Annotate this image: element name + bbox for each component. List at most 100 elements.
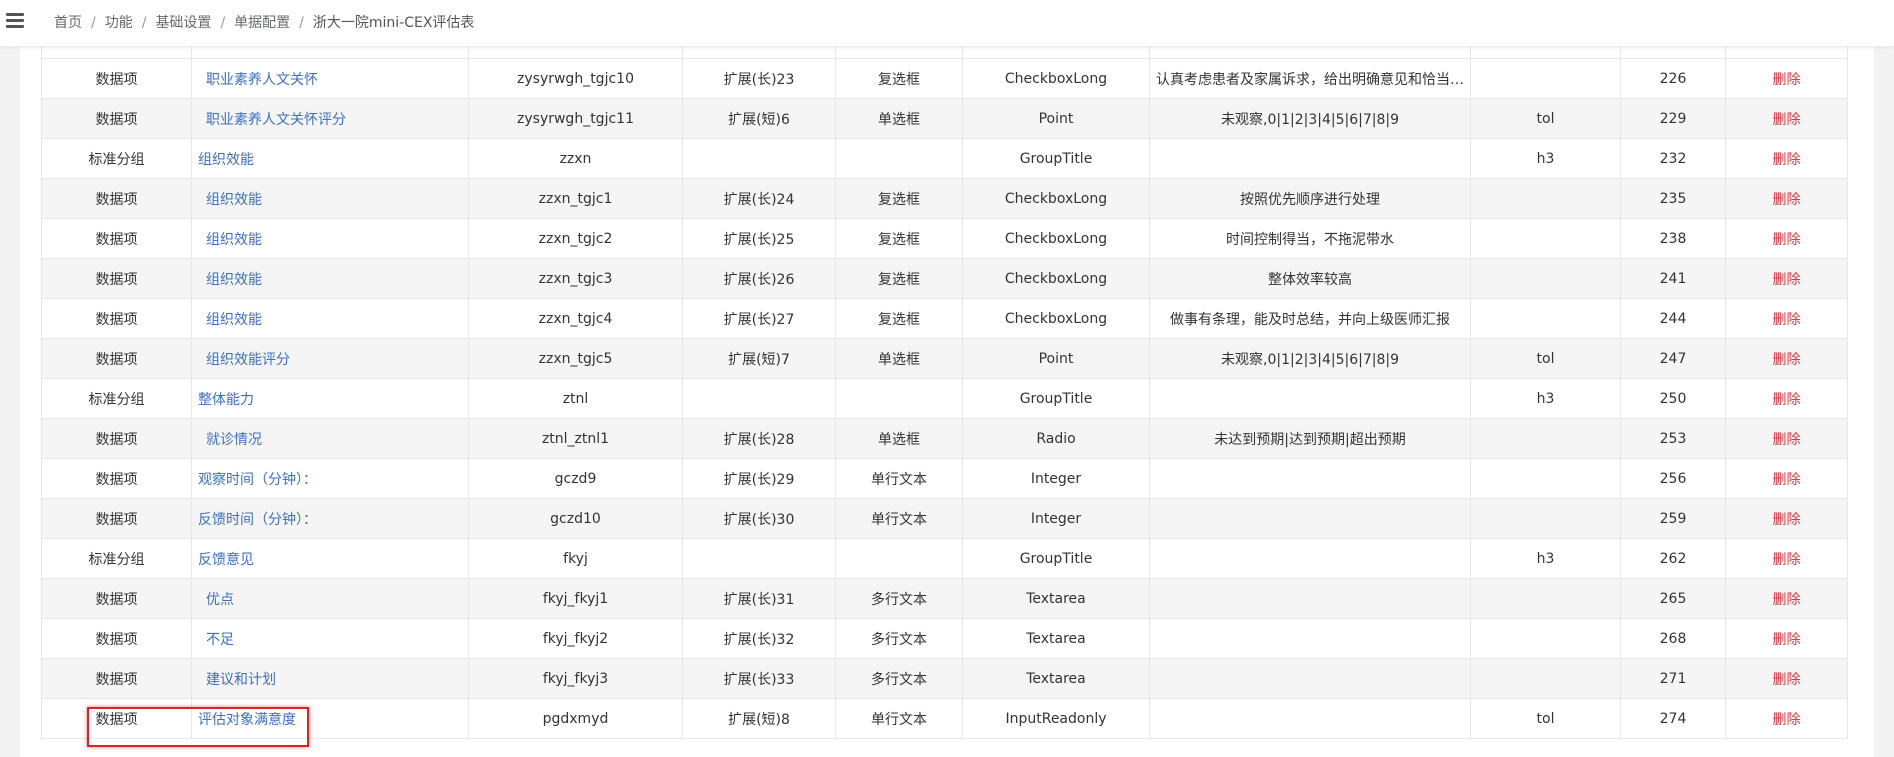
delete-link[interactable]: 删除 [1773, 672, 1801, 688]
extra-attribute-cell: h3 [1470, 138, 1621, 179]
delete-link[interactable]: 删除 [1773, 272, 1801, 288]
delete-link[interactable]: 删除 [1773, 552, 1801, 568]
delete-link[interactable]: 删除 [1773, 352, 1801, 368]
breadcrumb-form-config[interactable]: 单据配置 [234, 15, 290, 31]
field-name-cell: 组织效能 [191, 178, 469, 219]
breadcrumb-current-page: 浙大一院mini-CEX评估表 [312, 15, 475, 31]
control-type-cell: 单行文本 [835, 698, 963, 739]
field-name-cell: 评估对象满意度 [191, 698, 469, 739]
field-name-link[interactable]: 组织效能 [198, 272, 262, 288]
extra-attribute-cell [1470, 498, 1621, 539]
row-type-cell: 数据项 [41, 578, 192, 619]
extra-attribute-cell [1470, 618, 1621, 659]
delete-link[interactable]: 删除 [1773, 712, 1801, 728]
field-name-link[interactable]: 职业素养人文关怀 [198, 72, 318, 88]
field-code-cell: fkyj [468, 538, 683, 579]
options-cell: 未观察,0|1|2|3|4|5|6|7|8|9 [1149, 98, 1471, 139]
options-cell [1149, 538, 1471, 579]
component-type-cell: Textarea [962, 578, 1150, 619]
delete-cell: 删除 [1725, 618, 1848, 659]
delete-link[interactable]: 删除 [1773, 512, 1801, 528]
delete-link[interactable]: 删除 [1773, 472, 1801, 488]
field-name-link[interactable]: 整体能力 [198, 392, 254, 408]
delete-link[interactable]: 删除 [1773, 592, 1801, 608]
hamburger-menu-icon[interactable] [6, 13, 24, 31]
field-name-cell: 就诊情况 [191, 418, 469, 459]
row-type-cell: 数据项 [41, 298, 192, 339]
row-type-cell: 数据项 [41, 458, 192, 499]
row-type-cell: 数据项 [41, 258, 192, 299]
extension-field-cell: 扩展(长)27 [682, 298, 836, 339]
component-type-cell: InputReadonly [962, 698, 1150, 739]
sort-order-cell: 232 [1620, 138, 1726, 179]
field-name-link[interactable]: 职业素养人文关怀评分 [198, 112, 346, 128]
control-type-cell: 单选框 [835, 418, 963, 459]
delete-link[interactable]: 删除 [1773, 432, 1801, 448]
row-type-cell: 数据项 [41, 698, 192, 739]
delete-cell: 删除 [1725, 458, 1848, 499]
component-type-cell: GroupTitle [962, 138, 1150, 179]
row-type-cell: 标准分组 [41, 378, 192, 419]
control-type-cell [835, 138, 963, 179]
field-name-link[interactable]: 就诊情况 [198, 432, 262, 448]
delete-cell: 删除 [1725, 658, 1848, 699]
control-type-cell: 单选框 [835, 98, 963, 139]
extension-field-cell: 扩展(长)25 [682, 218, 836, 259]
breadcrumb-separator: / [220, 15, 226, 31]
control-type-cell: 单行文本 [835, 458, 963, 499]
field-code-cell: zzxn_tgjc1 [468, 178, 683, 219]
control-type-cell: 复选框 [835, 178, 963, 219]
table-row: 数据项 职业素养人文关怀评分 zysyrwgh_tgjc11 扩展(短)6 单选框 Poi… [41, 98, 1848, 139]
extra-attribute-cell: h3 [1470, 538, 1621, 579]
delete-link[interactable]: 删除 [1773, 152, 1801, 168]
field-name-link[interactable]: 反馈时间（分钟）： [198, 512, 317, 528]
delete-link[interactable]: 删除 [1773, 192, 1801, 208]
options-cell: 做事有条理，能及时总结，并向上级医师汇报 [1149, 298, 1471, 339]
component-type-cell: GroupTitle [962, 378, 1150, 419]
field-name-link[interactable]: 组织效能 [198, 232, 262, 248]
sort-order-cell: 274 [1620, 698, 1726, 739]
table-row: 数据项 组织效能评分 zzxn_tgjc5 扩展(短)7 单选框 Point 未观察,0|1… [41, 338, 1848, 379]
field-name-link[interactable]: 组织效能评分 [198, 352, 290, 368]
field-name-link[interactable]: 优点 [198, 592, 234, 608]
row-type-cell: 数据项 [41, 178, 192, 219]
delete-link[interactable]: 删除 [1773, 392, 1801, 408]
delete-link[interactable]: 删除 [1773, 312, 1801, 328]
breadcrumb-basic-settings[interactable]: 基础设置 [155, 15, 211, 31]
delete-link[interactable]: 删除 [1773, 232, 1801, 248]
sort-order-cell: 268 [1620, 618, 1726, 659]
options-cell: 按照优先顺序进行处理 [1149, 178, 1471, 219]
component-type-cell: CheckboxLong [962, 218, 1150, 259]
field-name-cell: 观察时间（分钟）： [191, 458, 469, 499]
extension-field-cell: 扩展(长)33 [682, 658, 836, 699]
field-name-link[interactable]: 观察时间（分钟）： [198, 472, 317, 488]
row-type-cell: 标准分组 [41, 538, 192, 579]
field-name-link[interactable]: 组织效能 [198, 152, 254, 168]
delete-link[interactable]: 删除 [1773, 112, 1801, 128]
options-cell [1149, 138, 1471, 179]
field-code-cell: zzxn_tgjc3 [468, 258, 683, 299]
breadcrumb-function[interactable]: 功能 [105, 15, 133, 31]
field-name-link[interactable]: 建议和计划 [198, 672, 276, 688]
table-row: 数据项 组织效能 zzxn_tgjc2 扩展(长)25 复选框 CheckboxLong 时… [41, 218, 1848, 259]
field-code-cell: zysyrwgh_tgjc11 [468, 98, 683, 139]
extra-attribute-cell [1470, 578, 1621, 619]
field-name-link[interactable]: 评估对象满意度 [198, 712, 296, 728]
field-name-link[interactable]: 组织效能 [198, 192, 262, 208]
field-name-link[interactable]: 反馈意见 [198, 552, 254, 568]
field-name-cell: 优点 [191, 578, 469, 619]
component-type-cell: CheckboxLong [962, 178, 1150, 219]
options-cell [1149, 698, 1471, 739]
field-name-link[interactable]: 组织效能 [198, 312, 262, 328]
field-name-cell: 不足 [191, 618, 469, 659]
delete-link[interactable]: 删除 [1773, 632, 1801, 648]
field-code-cell: zzxn_tgjc2 [468, 218, 683, 259]
breadcrumb-home[interactable]: 首页 [54, 15, 82, 31]
sort-order-cell: 244 [1620, 298, 1726, 339]
field-code-cell: fkyj_fkyj1 [468, 578, 683, 619]
component-type-cell: Point [962, 338, 1150, 379]
table-row: 数据项 优点 fkyj_fkyj1 扩展(长)31 多行文本 Textarea 265 删除 [41, 578, 1848, 619]
row-type-cell: 数据项 [41, 338, 192, 379]
field-name-link[interactable]: 不足 [198, 632, 234, 648]
delete-link[interactable]: 删除 [1773, 72, 1801, 88]
